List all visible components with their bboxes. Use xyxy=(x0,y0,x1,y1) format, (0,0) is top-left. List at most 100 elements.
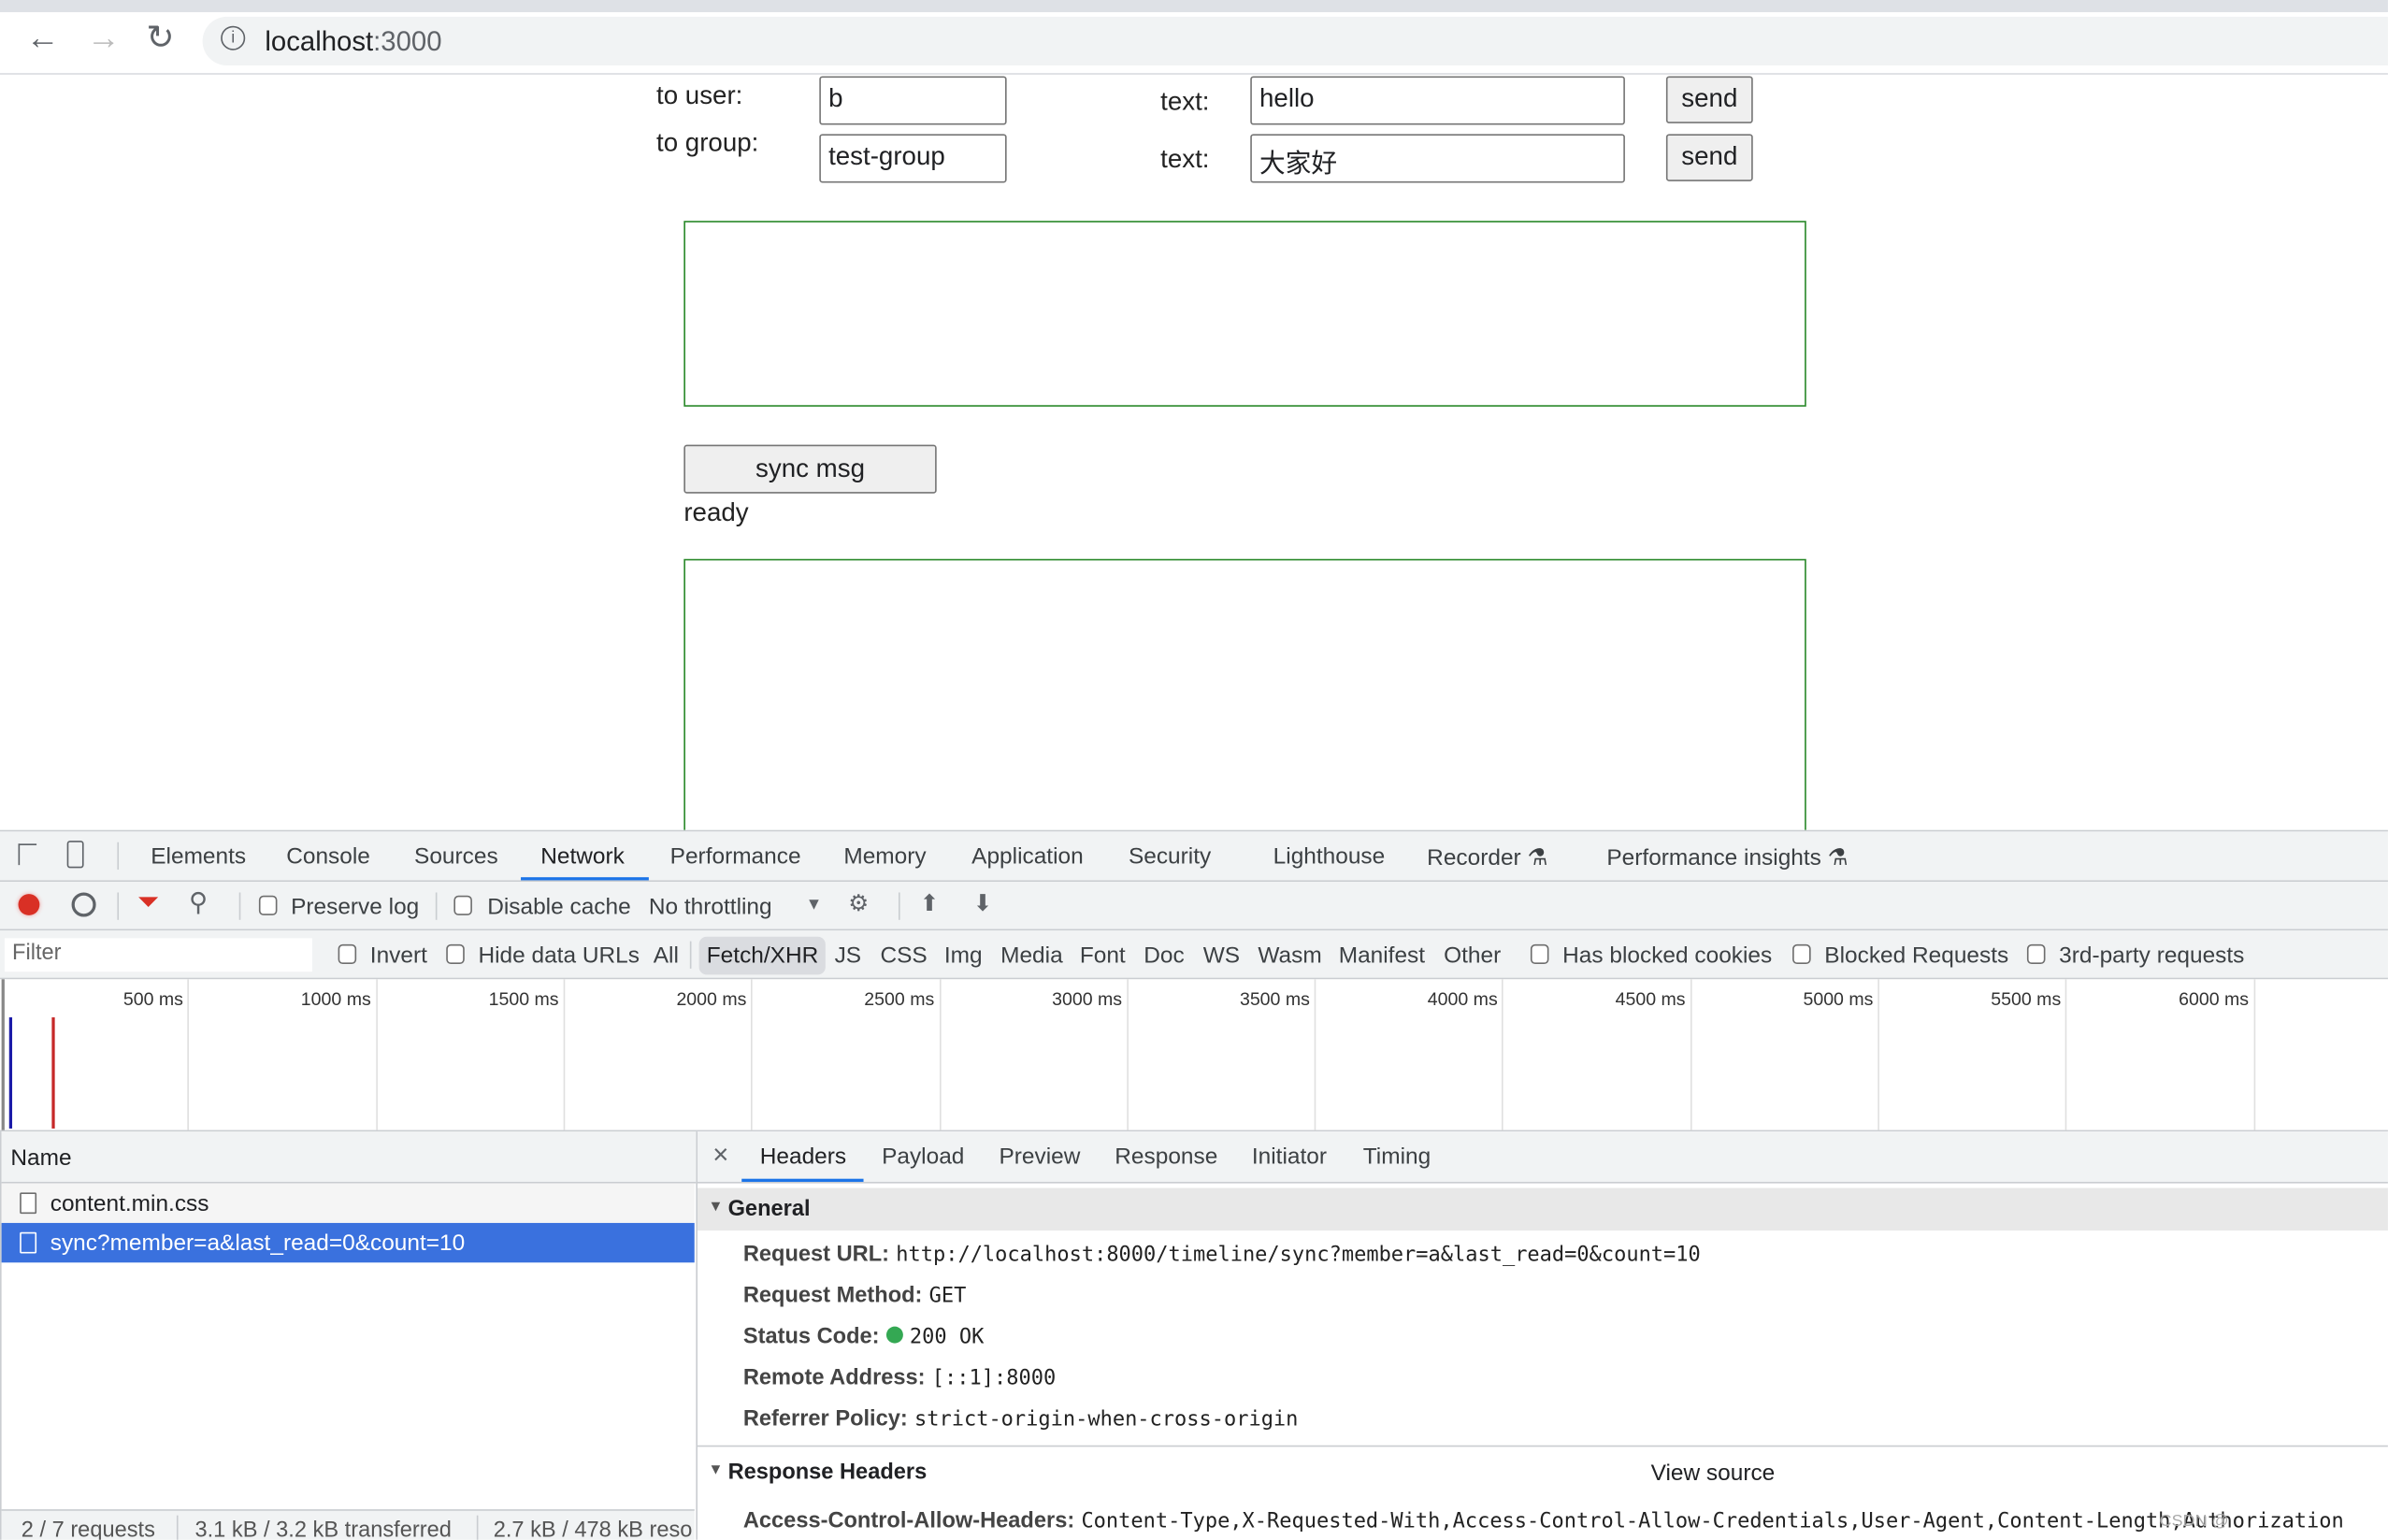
tab-elements[interactable]: Elements xyxy=(151,843,246,870)
timeline-gridline xyxy=(1877,979,1879,1130)
tab-preview[interactable]: Preview xyxy=(999,1144,1080,1170)
tab-lighthouse[interactable]: Lighthouse xyxy=(1273,843,1386,870)
chevron-down-icon[interactable]: ▼ xyxy=(806,896,823,914)
header-value: strict-origin-when-cross-origin xyxy=(914,1407,1299,1432)
device-toolbar-icon[interactable] xyxy=(66,841,84,869)
blocked-requests-checkbox[interactable] xyxy=(1792,943,1811,965)
url-host: localhost xyxy=(265,25,374,57)
request-row[interactable]: content.min.css xyxy=(1,1183,695,1223)
has-blocked-cookies-checkbox[interactable] xyxy=(1530,943,1549,965)
timeline-gridline xyxy=(1502,979,1504,1130)
type-wasm[interactable]: Wasm xyxy=(1258,943,1321,969)
to-user-input[interactable]: b xyxy=(819,76,1007,125)
dom-content-loaded-marker xyxy=(8,1017,12,1129)
tab-performance-insights[interactable]: Performance insights ⚗ xyxy=(1606,843,1848,871)
user-text-input[interactable]: hello xyxy=(1250,76,1625,125)
tab-security[interactable]: Security xyxy=(1129,843,1211,870)
search-icon[interactable]: ⚲ xyxy=(189,888,208,919)
tab-headers[interactable]: Headers xyxy=(760,1144,846,1170)
separator xyxy=(689,941,692,969)
send-group-button[interactable]: send xyxy=(1665,134,1753,181)
type-ws[interactable]: WS xyxy=(1203,943,1240,969)
view-source-link[interactable]: View source xyxy=(1651,1461,1776,1487)
type-font[interactable]: Font xyxy=(1080,943,1126,969)
type-other[interactable]: Other xyxy=(1444,943,1501,969)
invert-label: Invert xyxy=(369,943,427,969)
clear-icon[interactable] xyxy=(71,892,96,917)
import-har-icon[interactable]: ⬆ xyxy=(920,889,939,917)
address-bar-row: ← → ↻ i localhost:3000 xyxy=(0,12,2388,75)
forward-arrow-icon[interactable]: → xyxy=(87,19,121,58)
tab-initiator[interactable]: Initiator xyxy=(1252,1144,1327,1170)
timeline-gridline xyxy=(2252,979,2255,1130)
group-text-input[interactable]: 大家好 xyxy=(1250,134,1625,183)
export-har-icon[interactable]: ⬇ xyxy=(973,889,992,917)
separator xyxy=(176,1515,179,1540)
filter-icon[interactable]: ⏷ xyxy=(137,886,159,918)
tab-performance-insights-label: Performance insights xyxy=(1606,844,1821,871)
type-media[interactable]: Media xyxy=(1000,943,1063,969)
network-conditions-icon[interactable]: ⚙ xyxy=(848,889,869,917)
type-fetch-xhr[interactable]: Fetch/XHR xyxy=(698,936,827,975)
timeline-gridline xyxy=(751,979,753,1130)
filter-input[interactable]: Filter xyxy=(4,938,312,972)
header-value: [::1]:8000 xyxy=(931,1366,1057,1391)
blocked-requests-label: Blocked Requests xyxy=(1824,943,2009,969)
type-all[interactable]: All xyxy=(654,943,679,969)
inspect-element-icon[interactable] xyxy=(18,843,37,866)
devtools-panel: Elements Console Sources Network Perform… xyxy=(0,829,2388,1540)
type-manifest[interactable]: Manifest xyxy=(1339,943,1425,969)
request-count: 2 / 7 requests xyxy=(21,1518,155,1540)
record-icon[interactable] xyxy=(18,894,40,915)
load-event-marker xyxy=(51,1017,54,1129)
tab-application[interactable]: Application xyxy=(971,843,1084,870)
tab-timing[interactable]: Timing xyxy=(1363,1144,1431,1170)
third-party-label: 3rd-party requests xyxy=(2059,943,2245,969)
tab-recorder[interactable]: Recorder ⚗ xyxy=(1427,843,1547,871)
timeline-gridline xyxy=(1126,979,1129,1130)
back-arrow-icon[interactable]: ← xyxy=(26,19,60,58)
network-overview-timeline[interactable]: 500 ms 1000 ms 1500 ms 2000 ms 2500 ms 3000 m… xyxy=(0,979,2388,1132)
tab-sources[interactable]: Sources xyxy=(414,843,498,870)
document-icon xyxy=(20,1231,37,1254)
timeline-left-handle[interactable] xyxy=(1,979,5,1130)
tab-payload[interactable]: Payload xyxy=(882,1144,964,1170)
tab-response[interactable]: Response xyxy=(1115,1144,1217,1170)
name-column-header[interactable]: Name xyxy=(1,1131,697,1184)
third-party-checkbox[interactable] xyxy=(2026,943,2046,965)
reload-icon[interactable]: ↻ xyxy=(146,19,174,58)
timeline-gridline xyxy=(563,979,566,1130)
timeline-tick-label: 1500 ms xyxy=(488,988,559,1010)
sync-msg-button[interactable]: sync msg xyxy=(683,444,937,494)
close-icon[interactable]: × xyxy=(712,1139,728,1171)
general-section-header[interactable]: ▼ General xyxy=(697,1187,2388,1231)
response-headers-section-header[interactable]: ▼ Response Headers View source xyxy=(698,1451,2388,1490)
tab-performance[interactable]: Performance xyxy=(670,843,801,870)
disable-cache-checkbox[interactable] xyxy=(453,895,472,915)
to-user-label: to user: xyxy=(656,80,743,110)
header-row: Access-Control-Allow-Headers: Content-Ty… xyxy=(743,1508,2344,1535)
timeline-tick-label: 4000 ms xyxy=(1427,988,1498,1010)
invert-checkbox[interactable] xyxy=(338,943,357,965)
request-details: × Headers Payload Preview Response Initi… xyxy=(697,1131,2388,1540)
preserve-log-checkbox[interactable] xyxy=(258,895,278,915)
general-title: General xyxy=(727,1197,811,1222)
type-img[interactable]: Img xyxy=(944,943,983,969)
tab-network[interactable]: Network xyxy=(540,843,625,870)
watermark: CSDN @ xyxy=(2159,1512,2229,1531)
request-row-selected[interactable]: sync?member=a&last_read=0&count=10 xyxy=(1,1222,695,1263)
to-group-label: to group: xyxy=(656,127,759,157)
tab-console[interactable]: Console xyxy=(286,843,370,870)
header-key: Referrer Policy: xyxy=(742,1407,908,1432)
hide-data-urls-checkbox[interactable] xyxy=(446,943,465,965)
type-js[interactable]: JS xyxy=(835,943,862,969)
type-doc[interactable]: Doc xyxy=(1144,943,1184,969)
tab-memory[interactable]: Memory xyxy=(843,843,926,870)
divider xyxy=(697,1445,2388,1447)
throttling-select[interactable]: No throttling xyxy=(649,894,772,920)
type-css[interactable]: CSS xyxy=(880,943,927,969)
url-bar[interactable]: i localhost:3000 xyxy=(202,16,2388,66)
to-group-input[interactable]: test-group xyxy=(819,134,1007,183)
send-user-button[interactable]: send xyxy=(1665,76,1753,123)
info-icon[interactable]: i xyxy=(221,25,246,50)
